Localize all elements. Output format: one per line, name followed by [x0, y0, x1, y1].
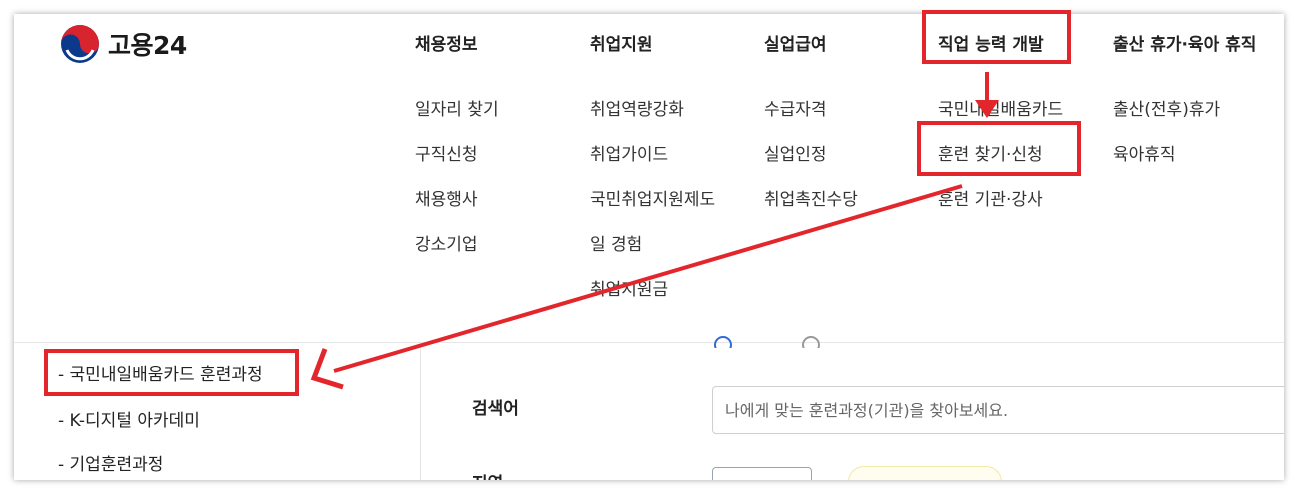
menu-maternity-leave[interactable]: 출산(전후)휴가: [1113, 95, 1220, 120]
menu-work-experience[interactable]: 일 경험: [590, 230, 642, 255]
region-select-button[interactable]: [712, 467, 812, 480]
menu-national-employment-support[interactable]: 국민취업지원제도: [590, 185, 715, 210]
search-keyword-label: 검색어: [472, 399, 519, 419]
nav-parental-leave[interactable]: 출산 휴가·육아 휴직: [1113, 30, 1256, 55]
highlight-box-training-search: [917, 121, 1081, 176]
region-chip-button[interactable]: [848, 466, 1002, 480]
taegeuk-emblem-icon: [61, 25, 99, 63]
menu-national-learning-card[interactable]: 국민내일배움카드: [938, 95, 1063, 120]
menu-employment-subsidy[interactable]: 취업지원금: [590, 275, 668, 300]
menu-job-fair[interactable]: 채용행사: [415, 185, 478, 210]
radio-unselected-icon[interactable]: [802, 335, 821, 348]
nav-job-info[interactable]: 채용정보: [415, 30, 478, 55]
menu-job-search[interactable]: 일자리 찾기: [415, 95, 499, 120]
menu-childcare-leave[interactable]: 육아휴직: [1113, 140, 1176, 165]
highlight-box-vocational-training: [922, 10, 1071, 64]
sidebar-item-corporate-training[interactable]: - 기업훈련과정: [58, 450, 163, 475]
mega-menu-divider: [14, 342, 1284, 343]
search-input[interactable]: [712, 386, 1284, 434]
sidebar-border: [420, 343, 421, 480]
page-frame: 고용24 채용정보 취업지원 실업급여 직업 능력 개발 출산 휴가·육아 휴직…: [14, 14, 1284, 480]
site-logo[interactable]: 고용24: [60, 24, 187, 64]
sidebar-item-k-digital-academy[interactable]: - K-디지털 아카데미: [58, 406, 200, 431]
menu-reemployment-allowance[interactable]: 취업촉진수당: [764, 185, 858, 210]
radio-selected-icon[interactable]: [714, 335, 732, 348]
logo-text: 고용24: [108, 31, 187, 60]
nav-unemployment-benefit[interactable]: 실업급여: [764, 30, 827, 55]
menu-eligibility[interactable]: 수급자격: [764, 95, 827, 120]
menu-job-application[interactable]: 구직신청: [415, 140, 478, 165]
menu-training-institution-instructor[interactable]: 훈련 기관·강사: [938, 185, 1043, 210]
highlight-box-learning-card-course: [44, 349, 299, 396]
nav-employment-support[interactable]: 취업지원: [590, 30, 653, 55]
menu-employment-capacity[interactable]: 취업역량강화: [590, 95, 684, 120]
scope-radio-group[interactable]: [714, 334, 821, 348]
menu-unemployment-recognition[interactable]: 실업인정: [764, 140, 827, 165]
region-label: 지역: [472, 469, 503, 480]
menu-employment-guide[interactable]: 취업가이드: [590, 140, 668, 165]
menu-small-strong-company[interactable]: 강소기업: [415, 230, 478, 255]
